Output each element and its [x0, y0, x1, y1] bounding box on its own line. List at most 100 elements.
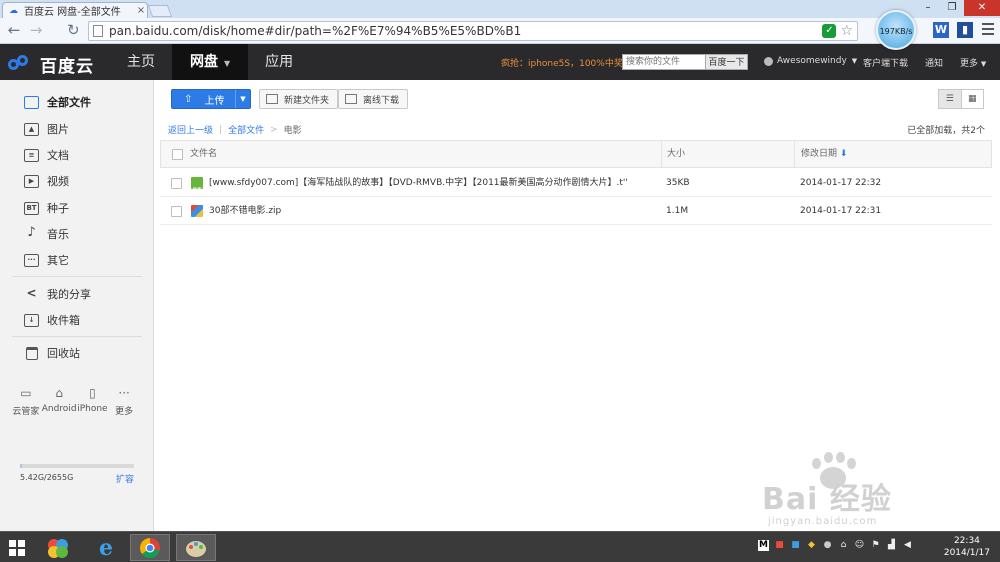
- avatar: [764, 56, 773, 66]
- sidebar-item-inbox[interactable]: ↓ 收件箱: [0, 308, 154, 332]
- tray-app-icon[interactable]: ⌂: [838, 540, 849, 551]
- m-app-icon[interactable]: M: [758, 540, 769, 551]
- sidebar-item-documents[interactable]: ≡ 文档: [0, 143, 154, 167]
- sidebar-item-images[interactable]: ▲ 图片: [0, 117, 154, 141]
- tray-app-icon[interactable]: ◆: [806, 540, 817, 551]
- nav-home[interactable]: 主页: [110, 44, 172, 80]
- qq-icon[interactable]: ☺: [854, 540, 865, 551]
- sidebar-item-other[interactable]: ··· 其它: [0, 248, 154, 272]
- maximize-icon[interactable]: ❐: [940, 0, 964, 16]
- taskbar-app-paint[interactable]: [176, 534, 216, 561]
- sidebar-item-torrents[interactable]: BT 种子: [0, 196, 154, 220]
- search-input[interactable]: [622, 54, 706, 70]
- forward-arrow-icon[interactable]: →: [28, 22, 44, 38]
- more-link[interactable]: 更多 ▼: [960, 56, 986, 69]
- sidebar-item-videos[interactable]: ▶ 视频: [0, 169, 154, 193]
- client-download-link[interactable]: 客户端下载: [863, 56, 908, 69]
- row-checkbox[interactable]: [171, 206, 182, 217]
- trash-icon: [26, 346, 38, 360]
- nav-apps[interactable]: 应用: [248, 44, 310, 80]
- taskbar-app-chrome[interactable]: [130, 534, 170, 561]
- inbox-icon: ↓: [24, 313, 39, 327]
- taskbar-app-ie[interactable]: e: [86, 534, 126, 561]
- search-button[interactable]: 百度一下: [706, 54, 748, 70]
- bookmark-star-icon[interactable]: ☆: [840, 23, 853, 39]
- back-arrow-icon[interactable]: ←: [6, 22, 22, 38]
- windows-start-icon[interactable]: [9, 540, 25, 556]
- sidebar-item-label: 图片: [47, 123, 69, 136]
- tab-close-icon[interactable]: ×: [135, 5, 147, 16]
- device-label: 更多: [115, 407, 134, 417]
- sidebar-item-label: 其它: [47, 254, 69, 267]
- sidebar-item-all-files[interactable]: 全部文件: [0, 90, 154, 114]
- tray-app-icon[interactable]: ■: [790, 540, 801, 551]
- bt-icon: BT: [24, 201, 39, 215]
- upload-label: 上传: [204, 95, 225, 107]
- document-icon: ≡: [24, 148, 39, 162]
- breadcrumb: 返回上一级 | 全部文件 > 电影: [168, 123, 302, 137]
- file-name[interactable]: 30部不错电影.zip: [209, 197, 649, 225]
- promo-link[interactable]: 疯抢：iphone5S，100%中奖: [501, 56, 623, 69]
- breadcrumb-root[interactable]: 全部文件: [228, 123, 264, 136]
- network-icon[interactable]: ▟: [886, 540, 897, 551]
- sidebar: 全部文件 ▲ 图片 ≡ 文档 ▶ 视频 BT 种子 ♪ 音乐 ··· 其它 < 我的分享 ↓ 收…: [0, 80, 154, 531]
- grid-view-icon[interactable]: ▦: [962, 90, 984, 108]
- expand-storage-link[interactable]: 扩容: [116, 472, 134, 485]
- sidebar-item-music[interactable]: ♪ 音乐: [0, 222, 154, 246]
- sidebar-item-label: 种子: [47, 202, 69, 215]
- column-header-modified[interactable]: 修改日期 ⬇: [801, 141, 847, 167]
- shield-icon[interactable]: ✓: [822, 24, 837, 38]
- url-text[interactable]: pan.baidu.com/disk/home#dir/path=%2F%E7%…: [109, 24, 822, 38]
- row-checkbox[interactable]: [171, 178, 182, 189]
- file-name[interactable]: [www.sfdy007.com]【海军陆战队的故事】【DVD-RMVB.中字】…: [209, 169, 649, 197]
- device-android[interactable]: ⌂ Android: [42, 387, 77, 417]
- device-more[interactable]: ··· 更多: [108, 387, 140, 417]
- nav-netdisk[interactable]: 网盘 ▼: [172, 44, 249, 80]
- book-extension-icon[interactable]: ▮: [957, 22, 973, 38]
- sidebar-item-my-shares[interactable]: < 我的分享: [0, 282, 154, 306]
- minimize-icon[interactable]: –: [916, 0, 940, 16]
- window-close-icon[interactable]: ✕: [964, 0, 1000, 16]
- share-icon: <: [26, 285, 37, 300]
- table-row[interactable]: 30部不错电影.zip 1.1M 2014-01-17 22:31: [160, 197, 992, 225]
- new-tab-button[interactable]: [147, 5, 173, 17]
- browser-menu-icon[interactable]: [982, 23, 994, 35]
- nav-apps-label: 应用: [265, 54, 294, 70]
- main-nav: 主页 网盘 ▼ 应用: [110, 44, 310, 80]
- upload-button[interactable]: ⇧ 上传 ▼: [171, 89, 251, 109]
- notifications-link[interactable]: 通知: [925, 56, 943, 69]
- new-folder-button[interactable]: 新建文件夹: [259, 89, 339, 109]
- sidebar-divider: [12, 336, 142, 337]
- chevron-down-icon: ▼: [980, 60, 987, 68]
- nav-netdisk-label: 网盘: [190, 54, 218, 70]
- browser-tab[interactable]: ☁ 百度云 网盘-全部文件 ×: [2, 2, 148, 18]
- device-iphone[interactable]: ▯ iPhone: [77, 387, 109, 417]
- address-bar[interactable]: pan.baidu.com/disk/home#dir/path=%2F%E7%…: [88, 21, 858, 41]
- taskbar-clock[interactable]: 22:34 2014/1/17: [944, 535, 990, 559]
- upload-dropdown-caret[interactable]: ▼: [235, 90, 250, 108]
- device-pc[interactable]: ▭ 云管家: [10, 387, 42, 417]
- storage-quota-fill: [20, 464, 22, 468]
- offline-download-button[interactable]: 离线下载: [338, 89, 409, 109]
- logo-text: 百度云: [40, 57, 94, 77]
- tray-app-icon[interactable]: ■: [774, 540, 785, 551]
- network-speed-badge[interactable]: 197KB/s: [876, 10, 916, 50]
- table-row[interactable]: BT [www.sfdy007.com]【海军陆战队的故事】【DVD-RMVB.…: [160, 169, 992, 197]
- flag-icon[interactable]: ⚑: [870, 540, 881, 551]
- taskbar: e M ■ ■ ◆ ● ⌂ ☺ ⚑ ▟ ◀ 22:34 2014/1/17: [0, 531, 1000, 562]
- sidebar-item-recycle-bin[interactable]: 回收站: [0, 341, 154, 365]
- file-modified: 2014-01-17 22:31: [800, 206, 882, 216]
- reload-icon[interactable]: ↻: [67, 22, 80, 38]
- select-all-checkbox[interactable]: [172, 149, 183, 160]
- user-menu[interactable]: Awesomewindy ▼: [764, 56, 857, 66]
- list-view-icon[interactable]: ☰: [939, 90, 962, 108]
- taskbar-app-360[interactable]: [38, 534, 78, 561]
- tray-app-icon[interactable]: ●: [822, 540, 833, 551]
- column-divider: [794, 141, 795, 167]
- column-header-size[interactable]: 大小: [667, 141, 685, 167]
- back-link[interactable]: 返回上一级: [168, 123, 213, 136]
- word-extension-icon[interactable]: W: [933, 22, 949, 38]
- volume-icon[interactable]: ◀: [902, 540, 913, 551]
- logo[interactable]: 百度云: [8, 52, 94, 77]
- column-header-name[interactable]: 文件名: [190, 141, 217, 167]
